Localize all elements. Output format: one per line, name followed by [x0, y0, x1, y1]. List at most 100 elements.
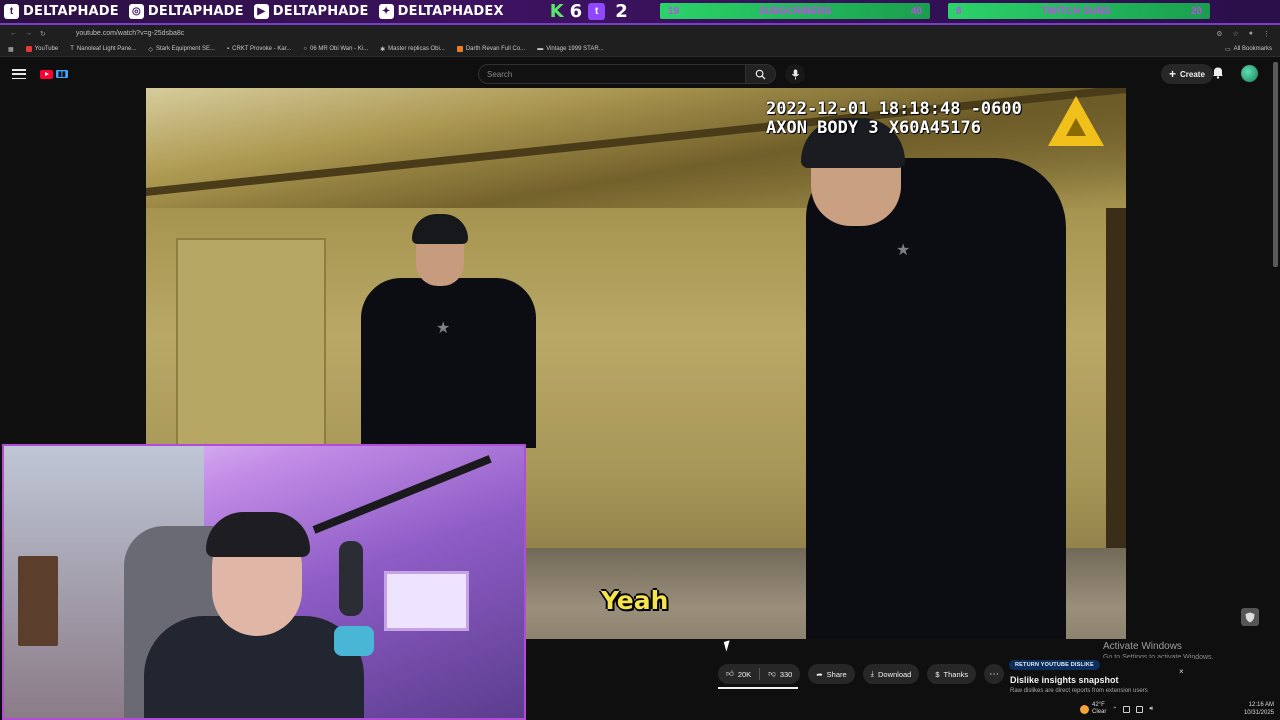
favicon-icon [456, 46, 463, 52]
bookmark-label: Darth Revan Full Co... [465, 46, 526, 52]
extension-icon[interactable]: ⚙ [1216, 30, 1222, 38]
favicon-icon: ▬ [537, 46, 544, 52]
kick-icon: K [549, 1, 564, 22]
plus-icon: + [1169, 67, 1177, 81]
volume-icon[interactable]: 🔊︎ [1149, 706, 1153, 713]
bookmark-label: Master replicas Obi... [388, 46, 445, 52]
kick-count: 6 [569, 1, 583, 22]
screen: t DELTAPHADE ◎ DELTAPHADE ▶ DELTAPHADE ✦… [0, 0, 1280, 720]
bookmark-item[interactable]: ◇ Stark Equipment SE... [148, 46, 215, 53]
share-label: Share [826, 669, 847, 679]
weather-widget[interactable]: 42°F Clear [1080, 702, 1106, 716]
bookmark-item[interactable]: ○ 06 MR Obi Wan - Ki... [303, 46, 368, 52]
onedrive-icon[interactable] [1123, 705, 1131, 713]
thumbs-up-icon: 👍︎ [726, 669, 734, 678]
overlay-handle-name: DELTAPHADE [147, 4, 244, 19]
twitch-subs-current: 8 [956, 5, 962, 17]
youtube-icon [40, 69, 53, 79]
youtube-logo[interactable]: ▮▮ [40, 69, 68, 79]
create-button[interactable]: + Create [1161, 64, 1213, 84]
download-icon: ⤓ [870, 669, 874, 678]
overlay-handle-twitch: t DELTAPHADE [0, 0, 125, 24]
bookmark-item[interactable]: YouTube [25, 46, 58, 52]
axon-logo-icon [1048, 96, 1104, 146]
search-button[interactable] [746, 64, 776, 84]
clock[interactable]: 12:16 AM 10/31/2025 [1244, 701, 1274, 717]
webcam-streamer-cap [206, 512, 310, 557]
subscribers-goal: 40 [910, 5, 922, 17]
favicon-icon: ◇ [148, 46, 153, 53]
twitch-count: 2 [615, 1, 628, 22]
webcam-shelf [18, 556, 58, 646]
hamburger-menu-icon[interactable] [12, 69, 26, 79]
ryd-title: Dislike insights snapshot [1010, 675, 1119, 685]
thanks-button[interactable]: $ Thanks [927, 664, 977, 684]
like-count: 20K [737, 669, 752, 679]
overlay-handle-name: DELTAPHADE [272, 4, 369, 19]
video-caption: Yeah [601, 586, 669, 615]
dislike-insights-popup: RETURN YOUTUBE DISLIKE × Dislike insight… [1005, 658, 1193, 698]
reload-icon[interactable]: ↻ [40, 30, 46, 38]
create-label: Create [1180, 69, 1205, 79]
youtube-icon: ▶ [253, 4, 269, 19]
webcam-window [384, 571, 469, 631]
close-icon[interactable]: × [1179, 667, 1184, 676]
bodycam-timestamp: 2022-12-01 18:18:48 -0600 AXON BODY 3 X6… [766, 100, 1022, 138]
bookmark-label: CRKT Provoke - Kar... [232, 46, 292, 52]
system-tray: 42°F Clear ⌃ 🔊︎ 12:16 AM 10/31/2025 [1080, 698, 1280, 720]
bookmark-item[interactable]: T Nanoleaf Light Pane... [70, 46, 136, 52]
overlay-counters: K 6 t 2 [550, 1, 628, 22]
download-button[interactable]: ⤓ Download [862, 664, 920, 684]
ryd-tag: RETURN YOUTUBE DISLIKE [1009, 660, 1100, 670]
bookmark-item[interactable]: ✱ Master replicas Obi... [380, 46, 445, 53]
more-actions-icon[interactable]: ⋯ [984, 664, 1005, 684]
chevron-up-icon[interactable]: ⌃ [1112, 706, 1117, 713]
subscribers-goal-bar: 19 SUBSCRIBERS 40 [660, 3, 930, 19]
webcam-microphone [339, 541, 363, 616]
favicon-icon: T [70, 46, 74, 52]
all-bookmarks[interactable]: ▭ All Bookmarks [1225, 46, 1272, 53]
share-button[interactable]: ➦ Share [808, 664, 855, 684]
overlay-handle-name: DELTAPHADE [23, 4, 119, 19]
dislike-button[interactable]: 👎︎ 330 [760, 669, 800, 679]
like-button[interactable]: 👍︎ 20K [718, 669, 759, 679]
bookmarks-bar: ▦ YouTube T Nanoleaf Light Pane... ◇ Stark… [0, 42, 1280, 57]
sun-icon [1080, 704, 1089, 714]
bookmark-item[interactable]: Darth Revan Full Co... [456, 46, 526, 52]
bookmark-star-icon[interactable]: ☆ [1232, 30, 1238, 38]
weather-condition: Clear [1092, 709, 1107, 715]
bookmark-item[interactable]: ▬ Vintage 1999 STAR... [537, 46, 603, 52]
twitch-subs-goal-bar: 8 TWITCH SUBS 20 [948, 3, 1210, 19]
favicon-icon: ▪ [226, 46, 230, 52]
video-frame-doorway [1106, 208, 1126, 588]
apps-grid-icon[interactable]: ▦ [8, 46, 14, 53]
timestamp-device: AXON BODY 3 X60A45176 [766, 118, 981, 138]
menu-kebab-icon[interactable]: ⋮ [1263, 30, 1270, 38]
bookmark-label: Stark Equipment SE... [155, 46, 215, 52]
clock-time: 12:16 AM [1248, 702, 1274, 708]
clock-date: 10/31/2025 [1243, 710, 1274, 716]
notifications-button[interactable] [1212, 66, 1224, 84]
youtube-icon [25, 46, 32, 52]
shield-icon[interactable] [1241, 608, 1259, 626]
bookmark-item[interactable]: ▪ CRKT Provoke - Kar... [227, 46, 291, 52]
network-icon[interactable] [1136, 705, 1144, 713]
page-scrollbar[interactable] [1273, 62, 1278, 267]
overlay-handle-name: DELTAPHADEX [397, 4, 504, 19]
mouse-cursor-icon [723, 640, 733, 652]
profile-icon[interactable]: ● [1249, 30, 1253, 38]
voice-search-button[interactable] [785, 64, 805, 84]
thanks-label: Thanks [943, 669, 969, 679]
bookmark-label: 06 MR Obi Wan - Ki... [309, 46, 369, 52]
back-icon[interactable]: ← [10, 30, 17, 38]
twitter-icon: ✦ [378, 4, 394, 19]
badge-star-icon: ★ [896, 242, 911, 259]
forward-icon[interactable]: → [25, 30, 32, 38]
avatar[interactable] [1241, 65, 1258, 82]
search-input[interactable]: Search [478, 64, 746, 84]
webcam-mic-arm [312, 455, 492, 534]
youtube-header: ▮▮ Search + Create [0, 58, 1280, 90]
bell-icon [1213, 67, 1223, 79]
address-bar[interactable]: youtube.com/watch?v=g-25dsba8c [76, 30, 184, 37]
bookmark-label: Nanoleaf Light Pane... [76, 46, 137, 52]
